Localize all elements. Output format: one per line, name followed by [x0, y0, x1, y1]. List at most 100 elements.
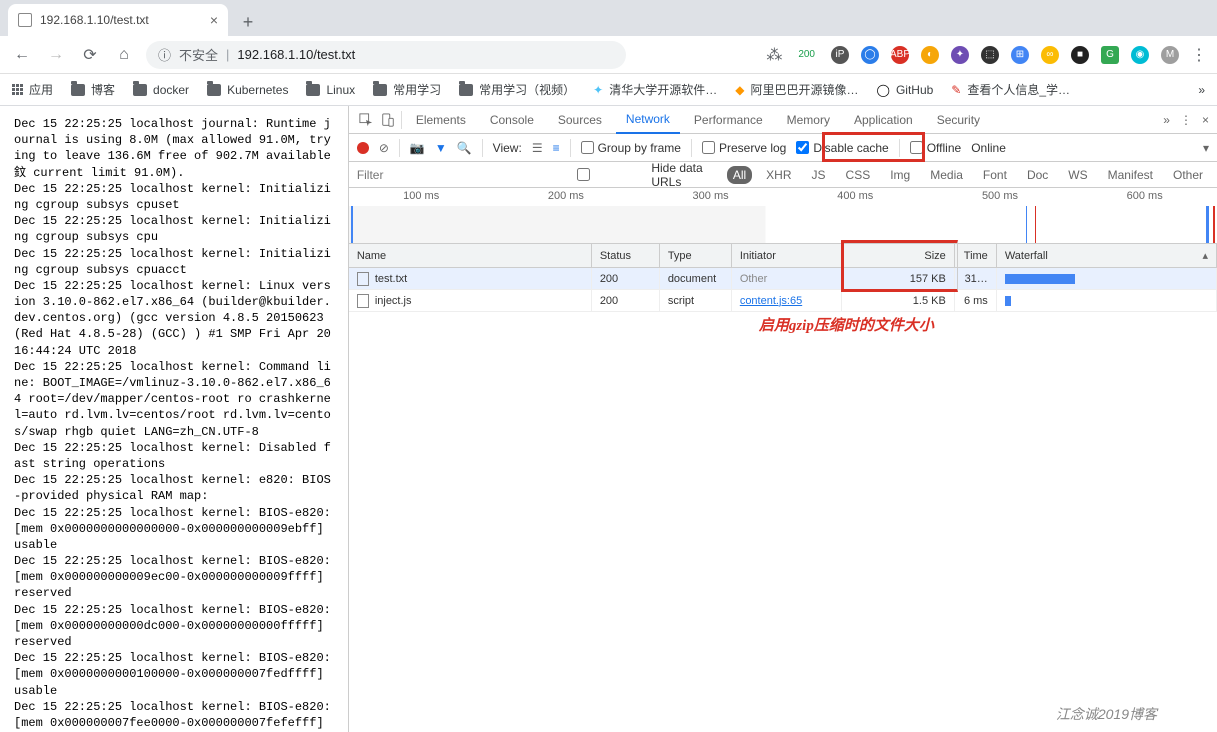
view-large-icon[interactable]: ≡ [553, 141, 560, 155]
tab-memory[interactable]: Memory [777, 107, 840, 133]
annotation-text: 启用gzip压缩时的文件大小 [759, 314, 934, 335]
folder-icon [373, 84, 387, 96]
ext-icon-5[interactable]: ✦ [951, 46, 969, 64]
ext-icon-12[interactable]: M [1161, 46, 1179, 64]
waterfall-bar [1005, 296, 1011, 306]
ext-icon-6[interactable]: ⬚ [981, 46, 999, 64]
file-icon [357, 294, 369, 308]
url-text: 192.168.1.10/test.txt [237, 47, 355, 62]
ext-icon-2[interactable]: ◯ [861, 46, 879, 64]
more-tabs-icon[interactable]: » [1163, 113, 1170, 127]
bookmark-folder[interactable]: 常用学习 [373, 81, 441, 98]
tab-application[interactable]: Application [844, 107, 923, 133]
table-row[interactable]: test.txt200documentOther157 KB31… [349, 268, 1217, 290]
search-icon[interactable]: 🔍 [457, 141, 472, 155]
url-field[interactable]: ⓘ 不安全 | 192.168.1.10/test.txt [146, 41, 626, 69]
dropdown-icon[interactable]: ▾ [1203, 141, 1209, 155]
clear-icon[interactable]: ⊘ [379, 141, 389, 155]
filter-icon[interactable]: ▼ [435, 141, 447, 155]
offline-checkbox[interactable]: Offline [910, 141, 961, 155]
tab-console[interactable]: Console [480, 107, 544, 133]
tab-elements[interactable]: Elements [406, 107, 476, 133]
hide-data-urls-checkbox[interactable]: Hide data URLs [520, 161, 719, 189]
ext-icon-7[interactable]: ⊞ [1011, 46, 1029, 64]
col-status[interactable]: Status [592, 244, 660, 267]
close-tab-icon[interactable]: × [210, 12, 218, 28]
ext-icon-8[interactable]: ∞ [1041, 46, 1059, 64]
tab-security[interactable]: Security [927, 107, 990, 133]
devtools-tabs: Elements Console Sources Network Perform… [349, 106, 1217, 134]
browser-tab[interactable]: 192.168.1.10/test.txt × [8, 4, 228, 36]
bookmark-folder[interactable]: 博客 [71, 81, 115, 98]
network-timeline[interactable]: 100 ms 200 ms 300 ms 400 ms 500 ms 600 m… [349, 188, 1217, 244]
view-list-icon[interactable]: ☰ [532, 141, 543, 155]
filter-ws[interactable]: WS [1062, 166, 1093, 184]
menu-icon[interactable]: ⋮ [1191, 45, 1207, 65]
inspect-icon[interactable] [357, 111, 375, 129]
translate-icon[interactable]: ⁂ [766, 45, 782, 65]
url-bar: ← → ⟳ ⌂ ⓘ 不安全 | 192.168.1.10/test.txt ⁂ … [0, 36, 1217, 74]
bookmark-link[interactable]: ◯GitHub [877, 83, 934, 97]
bookmark-folder[interactable]: 常用学习（视频） [459, 81, 575, 98]
record-button[interactable] [357, 142, 369, 154]
tab-performance[interactable]: Performance [684, 107, 773, 133]
reload-button[interactable]: ⟳ [78, 43, 102, 67]
filter-input[interactable] [357, 168, 512, 182]
forward-button[interactable]: → [44, 43, 68, 67]
table-row[interactable]: inject.js200scriptcontent.js:651.5 KB6 m… [349, 290, 1217, 312]
ext-icon-3[interactable]: ABP [891, 46, 909, 64]
online-select[interactable]: Online [971, 141, 1006, 155]
filter-other[interactable]: Other [1167, 166, 1209, 184]
folder-icon [133, 84, 147, 96]
back-button[interactable]: ← [10, 43, 34, 67]
new-tab-button[interactable]: + [234, 8, 262, 36]
home-button[interactable]: ⌂ [112, 43, 136, 67]
col-size[interactable]: Size [842, 244, 955, 267]
devtools-panel: Elements Console Sources Network Perform… [348, 106, 1217, 732]
bookmarks-overflow[interactable]: » [1198, 83, 1205, 97]
ext-icon-10[interactable]: G [1101, 46, 1119, 64]
filter-media[interactable]: Media [924, 166, 969, 184]
filter-js[interactable]: JS [806, 166, 832, 184]
info-icon[interactable]: ⓘ [158, 45, 171, 64]
filter-doc[interactable]: Doc [1021, 166, 1054, 184]
bookmark-link[interactable]: ◆阿里巴巴开源镜像… [735, 81, 858, 98]
preserve-log-checkbox[interactable]: Preserve log [702, 141, 786, 155]
apps-icon [12, 84, 23, 95]
filter-font[interactable]: Font [977, 166, 1013, 184]
ext-icon-1[interactable]: iP [831, 46, 849, 64]
col-name[interactable]: Name [349, 244, 592, 267]
ext-icon-11[interactable]: ◉ [1131, 46, 1149, 64]
device-icon[interactable] [379, 111, 397, 129]
table-empty-area[interactable]: 启用gzip压缩时的文件大小 [349, 312, 1217, 732]
col-type[interactable]: Type [660, 244, 732, 267]
bookmark-folder[interactable]: Kubernetes [207, 83, 288, 97]
page-content[interactable]: Dec 15 22:25:25 localhost journal: Runti… [0, 106, 348, 732]
devtools-menu-icon[interactable]: ⋮ [1180, 113, 1192, 127]
initiator-link[interactable]: content.js:65 [740, 295, 802, 307]
bookmark-folder[interactable]: Linux [306, 83, 355, 97]
filter-all[interactable]: All [727, 166, 752, 184]
bookmark-link[interactable]: ✦清华大学开源软件… [593, 81, 717, 98]
bookmark-folder[interactable]: docker [133, 83, 189, 97]
col-initiator[interactable]: Initiator [732, 244, 842, 267]
group-by-frame-checkbox[interactable]: Group by frame [581, 141, 681, 155]
close-devtools-icon[interactable]: × [1202, 113, 1209, 127]
camera-icon[interactable]: 📷 [410, 141, 425, 155]
col-waterfall[interactable]: Waterfall▴ [997, 244, 1217, 267]
folder-icon [207, 84, 221, 96]
tab-sources[interactable]: Sources [548, 107, 612, 133]
filter-xhr[interactable]: XHR [760, 166, 797, 184]
folder-icon [306, 84, 320, 96]
disable-cache-checkbox[interactable]: Disable cache [796, 141, 888, 155]
ext-icon-4[interactable]: ◐ [921, 46, 939, 64]
bookmark-link[interactable]: ✎查看个人信息_学… [951, 81, 1070, 98]
filter-img[interactable]: Img [884, 166, 916, 184]
col-time[interactable]: Time [955, 244, 997, 267]
ext-icon-9[interactable]: ■ [1071, 46, 1089, 64]
filter-manifest[interactable]: Manifest [1102, 166, 1159, 184]
filter-css[interactable]: CSS [840, 166, 877, 184]
tab-title: 192.168.1.10/test.txt [40, 13, 149, 27]
tab-network[interactable]: Network [616, 106, 680, 134]
apps-button[interactable]: 应用 [12, 81, 53, 98]
